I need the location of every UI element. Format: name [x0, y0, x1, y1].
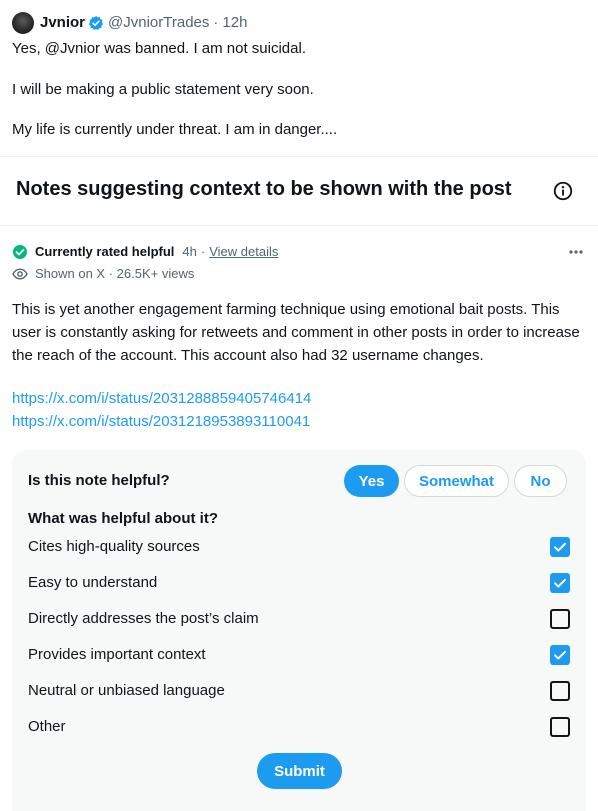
- submit-button[interactable]: Submit: [257, 753, 342, 789]
- helpful-question: Is this note helpful?: [28, 472, 170, 489]
- reason-checkbox[interactable]: [550, 609, 570, 629]
- tweet-header: Jvnior @JvniorTrades · 12h: [40, 14, 247, 31]
- checkmark-icon: [554, 650, 566, 660]
- yes-button[interactable]: Yes: [344, 465, 399, 497]
- tweet-text-line: I will be making a public statement very…: [12, 81, 314, 98]
- somewhat-button[interactable]: Somewhat: [404, 465, 509, 497]
- header-separator: ·: [213, 14, 219, 31]
- note-age: 4h: [182, 244, 197, 259]
- avatar[interactable]: [12, 12, 34, 34]
- checkmark-icon: [554, 542, 566, 552]
- info-circle-icon[interactable]: [552, 180, 574, 202]
- source-link[interactable]: https://x.com/i/status/20312189538931100…: [12, 413, 310, 430]
- rated-helpful-label: Currently rated helpful: [35, 244, 175, 259]
- shown-on-views: Shown on X · 26.5K+ views: [35, 266, 195, 281]
- more-horizontal-icon[interactable]: [566, 242, 586, 262]
- reason-checkbox[interactable]: [550, 537, 570, 557]
- reason-checkbox[interactable]: [550, 645, 570, 665]
- note-body: This is yet another engagement farming t…: [12, 301, 580, 364]
- tweet-text-line: Yes, @Jvnior was banned. I am not suicid…: [12, 40, 306, 57]
- reason-checkbox[interactable]: [550, 681, 570, 701]
- note-separator: ·: [200, 244, 206, 259]
- author-name[interactable]: Jvnior: [40, 14, 85, 31]
- reason-label[interactable]: Easy to understand: [28, 574, 157, 591]
- divider: [0, 156, 598, 157]
- checkmark-icon: [554, 578, 566, 588]
- source-link[interactable]: https://x.com/i/status/20312888594057464…: [12, 390, 311, 407]
- reason-label[interactable]: Other: [28, 718, 66, 735]
- notes-section-title: Notes suggesting context to be shown wit…: [16, 178, 512, 200]
- tweet-text-line: My life is currently under threat. I am …: [12, 121, 338, 138]
- reason-label[interactable]: Provides important context: [28, 646, 206, 663]
- reason-checkbox[interactable]: [550, 573, 570, 593]
- author-handle[interactable]: @JvniorTrades: [108, 14, 209, 31]
- verified-badge-icon: [88, 15, 104, 30]
- view-details-link[interactable]: View details: [209, 244, 278, 259]
- check-circle-icon: [13, 245, 27, 259]
- no-button[interactable]: No: [514, 465, 567, 497]
- note-status-row: Currently rated helpful 4h · View detail…: [35, 244, 278, 259]
- reason-label[interactable]: Neutral or unbiased language: [28, 682, 225, 699]
- reason-checkbox[interactable]: [550, 717, 570, 737]
- eye-icon: [12, 268, 28, 280]
- divider: [0, 225, 598, 226]
- what-was-helpful-heading: What was helpful about it?: [28, 510, 218, 527]
- reason-label[interactable]: Cites high-quality sources: [28, 538, 200, 555]
- reason-label[interactable]: Directly addresses the post’s claim: [28, 610, 259, 627]
- tweet-time[interactable]: 12h: [222, 14, 247, 31]
